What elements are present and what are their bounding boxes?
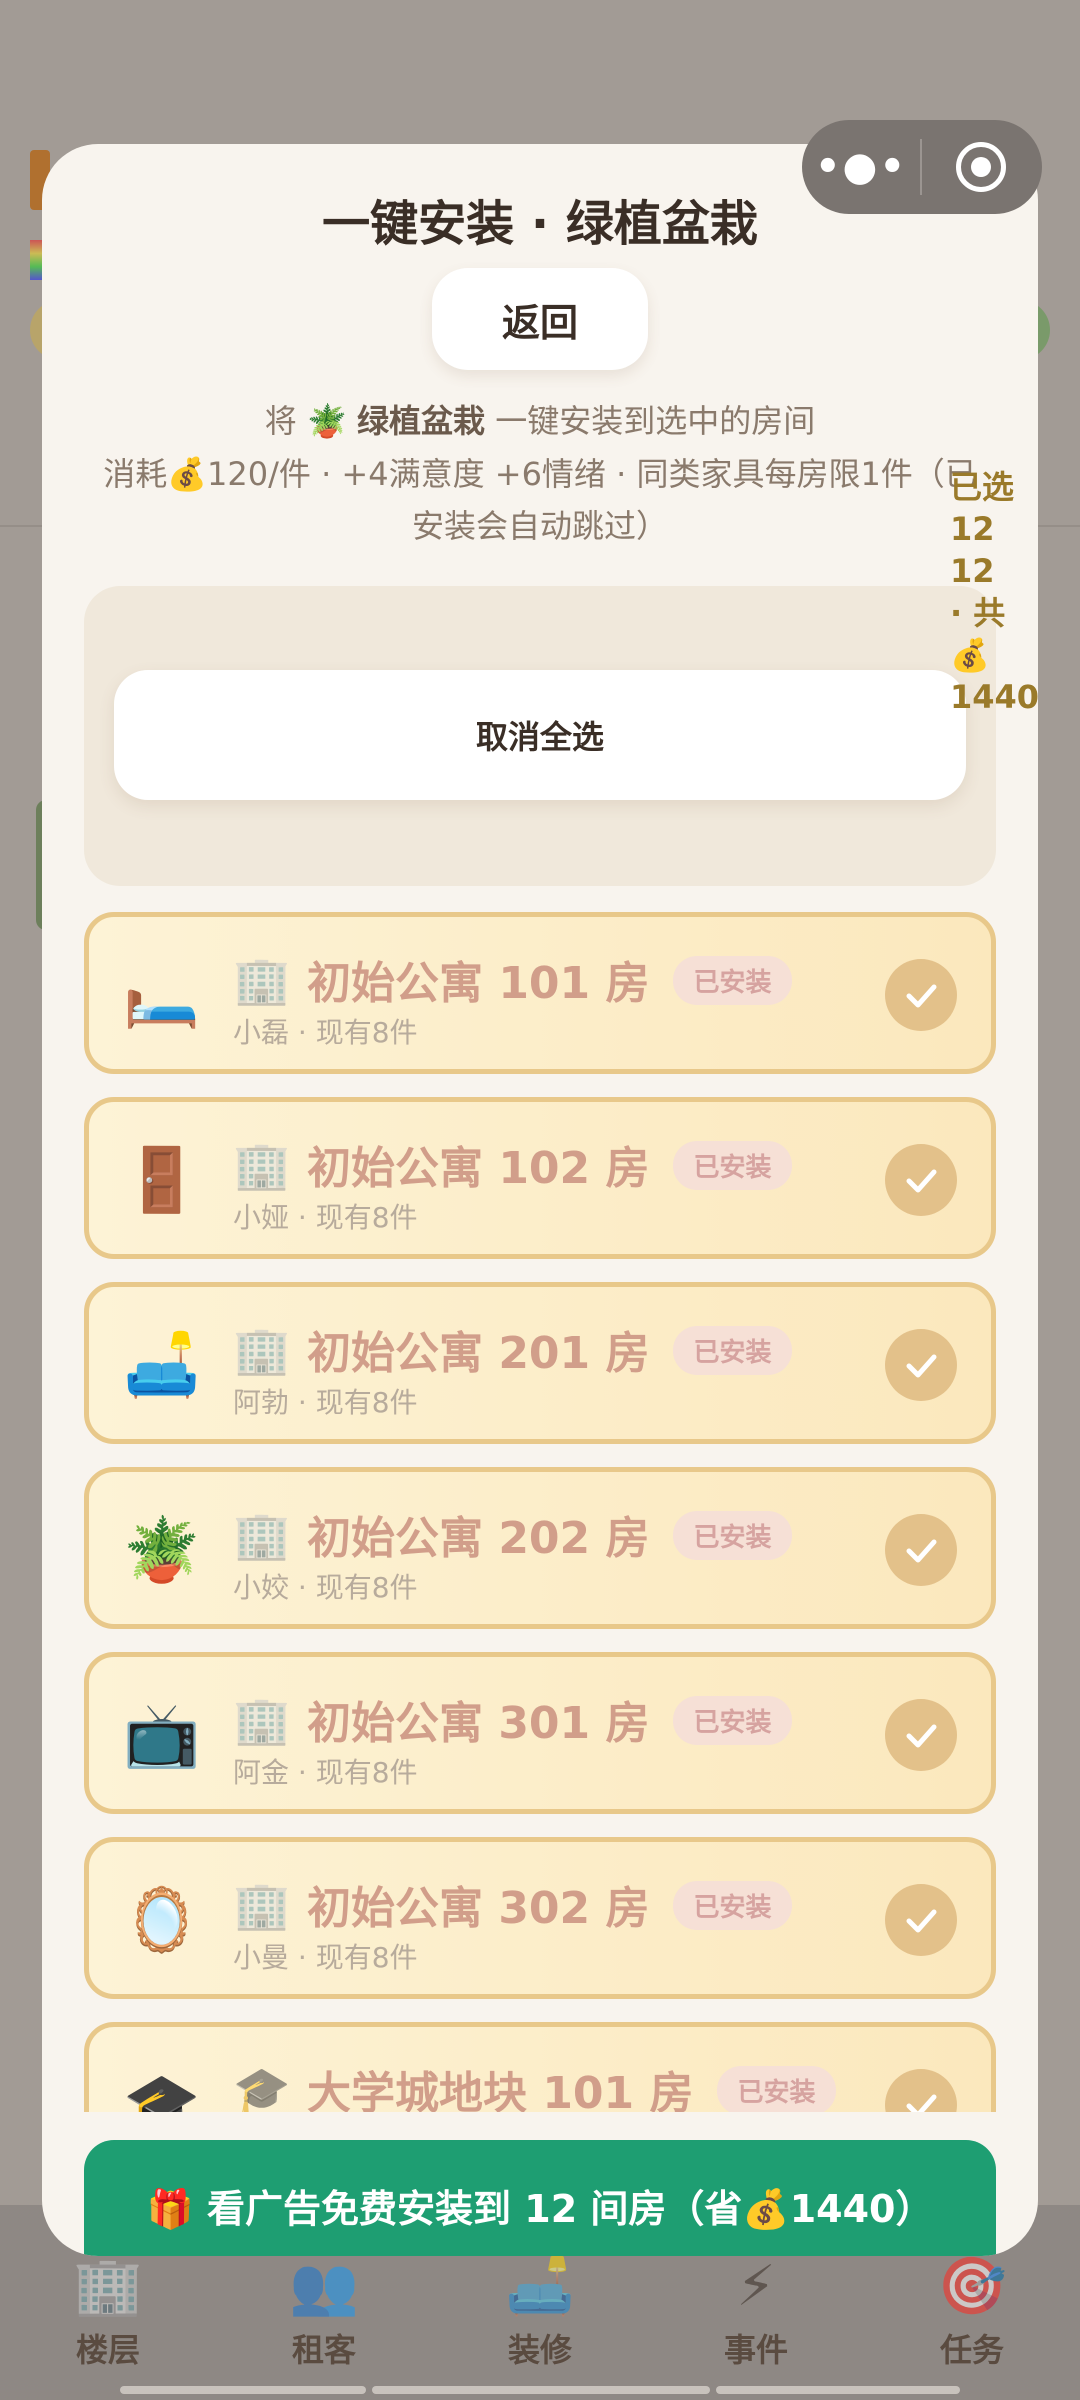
nav-label: 装修: [507, 2331, 572, 2369]
building-icon: 🏢: [233, 1878, 291, 1932]
room-tenant-info: 小曼 · 现有8件: [233, 1941, 418, 1974]
sofa-icon: 🛋️: [123, 1328, 201, 1401]
checkmark-icon[interactable]: [885, 1884, 957, 1956]
nav-item-events[interactable]: ⚡ 事件: [666, 2255, 846, 2371]
tv-icon: 📺: [123, 1698, 201, 1771]
nav-scroll-indicator: [716, 2386, 960, 2394]
room-card[interactable]: 🛏️ 🏢 初始公寓 101 房已安装 小磊 · 现有8件: [84, 912, 996, 1074]
watch-ad-install-button[interactable]: 🎁 看广告免费安装到 12 间房（省💰1440）: [84, 2140, 996, 2256]
installed-badge: 已安装: [673, 1695, 792, 1745]
back-button[interactable]: 返回: [432, 268, 648, 370]
install-cost-detail: 消耗💰120/件 · +4满意度 +6情绪 · 同类家具每房限1件（已安装会自动…: [103, 455, 977, 545]
building-icon: 🏢: [233, 1323, 291, 1377]
installed-badge: 已安装: [673, 1140, 792, 1190]
nav-label: 事件: [723, 2331, 788, 2369]
room-card[interactable]: 🚪 🏢 初始公寓 102 房已安装 小娅 · 现有8件: [84, 1097, 996, 1259]
nav-scroll-indicator: [372, 2386, 710, 2394]
room-name: 初始公寓 102 房已安装: [307, 1132, 792, 1196]
more-dots-icon[interactable]: •●•: [802, 144, 920, 190]
people-icon: 👥: [289, 2254, 359, 2319]
mirror-icon: 🪞: [123, 1883, 201, 1956]
lightning-icon: ⚡: [736, 2254, 776, 2319]
building-icon: 🏢: [233, 953, 291, 1007]
install-description: 将 🪴 绿植盆栽 一键安装到选中的房间: [264, 402, 816, 440]
checkmark-icon[interactable]: [885, 1329, 957, 1401]
potted-plant-icon: 🪴: [306, 402, 347, 440]
miniprogram-capsule: •●•: [802, 120, 1042, 214]
room-tenant-info: 阿金 · 现有8件: [233, 1756, 418, 1789]
room-name: 初始公寓 202 房已安装: [307, 1502, 792, 1566]
installed-badge: 已安装: [717, 2065, 836, 2112]
bed-icon: 🛏️: [123, 958, 201, 1031]
room-tenant-info: 小姣 · 现有8件: [233, 1571, 418, 1604]
room-card[interactable]: 🪞 🏢 初始公寓 302 房已安装 小曼 · 现有8件: [84, 1837, 996, 1999]
install-modal: 一键安装 · 绿植盆栽 返回 将 🪴 绿植盆栽 一键安装到选中的房间 消耗💰12…: [42, 144, 1038, 2256]
installed-badge: 已安装: [673, 1325, 792, 1375]
potted-plant-icon: 🪴: [123, 1513, 201, 1586]
room-card[interactable]: 🛋️ 🏢 初始公寓 201 房已安装 阿勃 · 现有8件: [84, 1282, 996, 1444]
room-name: 大学城地块 101 房已安装: [307, 2057, 836, 2112]
nav-item-decorate[interactable]: 🛋️ 装修: [450, 2255, 630, 2371]
nav-item-floors[interactable]: 🏢 楼层: [18, 2255, 198, 2371]
graduation-cap-icon: 🎓: [123, 2068, 201, 2112]
nav-item-tenants[interactable]: 👥 租客: [234, 2255, 414, 2371]
building-icon: 🏢: [233, 1138, 291, 1192]
installed-badge: 已安装: [673, 955, 792, 1005]
building-icon: 🏢: [233, 1693, 291, 1747]
item-name: 绿植盆栽: [357, 402, 486, 440]
room-card[interactable]: 🎓 🎓 大学城地块 101 房已安装: [84, 2022, 996, 2112]
nav-scroll-indicator: [120, 2386, 366, 2394]
selection-panel: 取消全选: [84, 586, 996, 886]
room-list: 🛏️ 🏢 初始公寓 101 房已安装 小磊 · 现有8件 🚪 🏢 初始公寓 10…: [84, 912, 996, 2112]
room-name: 初始公寓 302 房已安装: [307, 1872, 792, 1936]
installed-badge: 已安装: [673, 1510, 792, 1560]
checkmark-icon[interactable]: [885, 2069, 957, 2112]
checkmark-icon[interactable]: [885, 1699, 957, 1771]
checkmark-icon[interactable]: [885, 1144, 957, 1216]
installed-badge: 已安装: [673, 1880, 792, 1930]
room-name: 初始公寓 301 房已安装: [307, 1687, 792, 1751]
checkmark-icon[interactable]: [885, 959, 957, 1031]
room-name: 初始公寓 101 房已安装: [307, 947, 792, 1011]
close-target-icon[interactable]: [922, 142, 1040, 192]
room-card[interactable]: 📺 🏢 初始公寓 301 房已安装 阿金 · 现有8件: [84, 1652, 996, 1814]
checkmark-icon[interactable]: [885, 1514, 957, 1586]
room-tenant-info: 小磊 · 现有8件: [233, 1016, 418, 1049]
nav-item-tasks[interactable]: 🎯 任务: [882, 2255, 1062, 2371]
nav-label: 租客: [291, 2331, 356, 2369]
room-tenant-info: 小娅 · 现有8件: [233, 1201, 418, 1234]
room-card[interactable]: 🪴 🏢 初始公寓 202 房已安装 小姣 · 现有8件: [84, 1467, 996, 1629]
room-tenant-info: 阿勃 · 现有8件: [233, 1386, 418, 1419]
nav-label: 楼层: [75, 2331, 140, 2369]
nav-label: 任务: [939, 2331, 1004, 2369]
door-icon: 🚪: [123, 1143, 201, 1216]
building-icon: 🏢: [233, 1508, 291, 1562]
deselect-all-button[interactable]: 取消全选: [114, 670, 966, 800]
target-icon: 🎯: [937, 2254, 1007, 2319]
selection-summary: 已选 12 12 · 共 💰 1440: [950, 468, 1040, 716]
sofa-icon: 🛋️: [505, 2254, 575, 2319]
building-icon: 🏢: [73, 2254, 143, 2319]
room-name: 初始公寓 201 房已安装: [307, 1317, 792, 1381]
graduation-cap-icon: 🎓: [233, 2063, 291, 2112]
